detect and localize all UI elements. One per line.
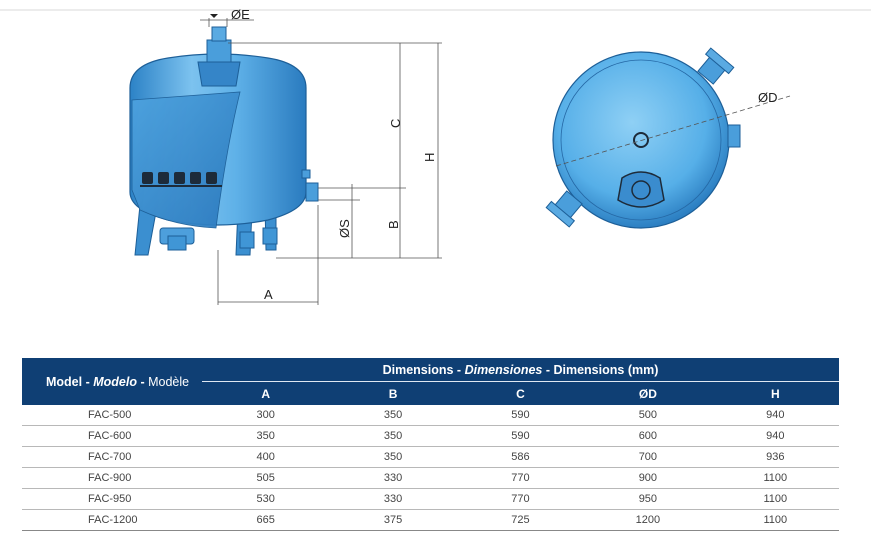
column-header-d: ØD	[584, 381, 712, 405]
model-header-en: Model	[46, 374, 83, 389]
dims-header-sep-2: -	[542, 362, 554, 377]
cell-b: 350	[329, 446, 457, 468]
cell-b: 350	[329, 405, 457, 426]
cell-c: 590	[456, 425, 585, 447]
dimensions-table: Model - Modelo - Modèle Dimensions - Dim…	[22, 358, 839, 531]
cell-b: 330	[329, 488, 457, 510]
model-column-header: Model - Modelo - Modèle	[22, 358, 202, 405]
cell-d: 900	[584, 467, 712, 489]
model-header-sep-1: -	[82, 374, 94, 389]
cell-h: 936	[711, 446, 839, 468]
cell-h: 1100	[711, 509, 839, 531]
dims-header-es: Dimensiones	[464, 362, 543, 377]
filter-tank-technical-drawing: ØE C H ØS B A ØD	[0, 7, 871, 305]
cell-c: 725	[456, 509, 585, 531]
model-cell: FAC-1200	[22, 509, 202, 531]
cell-a: 300	[202, 405, 330, 426]
cell-d: 600	[584, 425, 712, 447]
model-header-sep-2: -	[136, 374, 149, 389]
cell-c: 590	[456, 405, 585, 426]
cell-b: 350	[329, 425, 457, 447]
dims-header-unit: (mm)	[627, 362, 659, 377]
cell-b: 375	[329, 509, 457, 531]
cell-c: 770	[456, 467, 585, 489]
cell-c: 586	[456, 446, 585, 468]
model-header-es: Modelo	[93, 374, 137, 389]
cell-d: 700	[584, 446, 712, 468]
cell-a: 665	[202, 509, 330, 531]
cell-a: 505	[202, 467, 330, 489]
dims-header-fr: Dimensions	[553, 362, 625, 377]
dim-label-C: C	[388, 119, 403, 128]
table-row: FAC-900 505 330 770 900 1100	[22, 467, 839, 489]
tank-top-view	[545, 47, 791, 229]
dim-label-S: ØS	[337, 219, 352, 238]
model-cell: FAC-500	[22, 405, 202, 426]
cell-d: 500	[584, 405, 712, 426]
dims-header-sep-1: -	[453, 362, 465, 377]
model-cell: FAC-600	[22, 425, 202, 447]
cell-h: 940	[711, 425, 839, 447]
column-header-b: B	[329, 381, 457, 405]
dim-label-B: B	[386, 220, 401, 229]
cell-h: 940	[711, 405, 839, 426]
cell-h: 1100	[711, 488, 839, 510]
dim-label-D: ØD	[758, 90, 778, 105]
model-cell: FAC-950	[22, 488, 202, 510]
model-cell: FAC-900	[22, 467, 202, 489]
table-row: FAC-1200 665 375 725 1200 1100	[22, 509, 839, 531]
dim-label-E: ØE	[231, 7, 250, 22]
cell-a: 530	[202, 488, 330, 510]
dims-header-en: Dimensions	[382, 362, 454, 377]
column-header-c: C	[456, 381, 585, 405]
cell-d: 1200	[584, 509, 712, 531]
column-header-h: H	[711, 381, 839, 405]
table-row: FAC-950 530 330 770 950 1100	[22, 488, 839, 510]
model-header-fr: Modèle	[148, 374, 190, 389]
table-row: FAC-600 350 350 590 600 940	[22, 425, 839, 447]
tank-side-view	[129, 26, 319, 256]
cell-h: 1100	[711, 467, 839, 489]
dim-label-H: H	[422, 153, 437, 162]
dimensions-group-header: Dimensions - Dimensiones - Dimensions (m…	[202, 358, 839, 382]
cell-c: 770	[456, 488, 585, 510]
cell-d: 950	[584, 488, 712, 510]
column-header-a: A	[202, 381, 330, 405]
table-row: FAC-500 300 350 590 500 940	[22, 405, 839, 426]
cell-a: 350	[202, 425, 330, 447]
table-row: FAC-700 400 350 586 700 936	[22, 446, 839, 468]
cell-b: 330	[329, 467, 457, 489]
cell-a: 400	[202, 446, 330, 468]
model-cell: FAC-700	[22, 446, 202, 468]
dim-label-A: A	[264, 287, 273, 302]
